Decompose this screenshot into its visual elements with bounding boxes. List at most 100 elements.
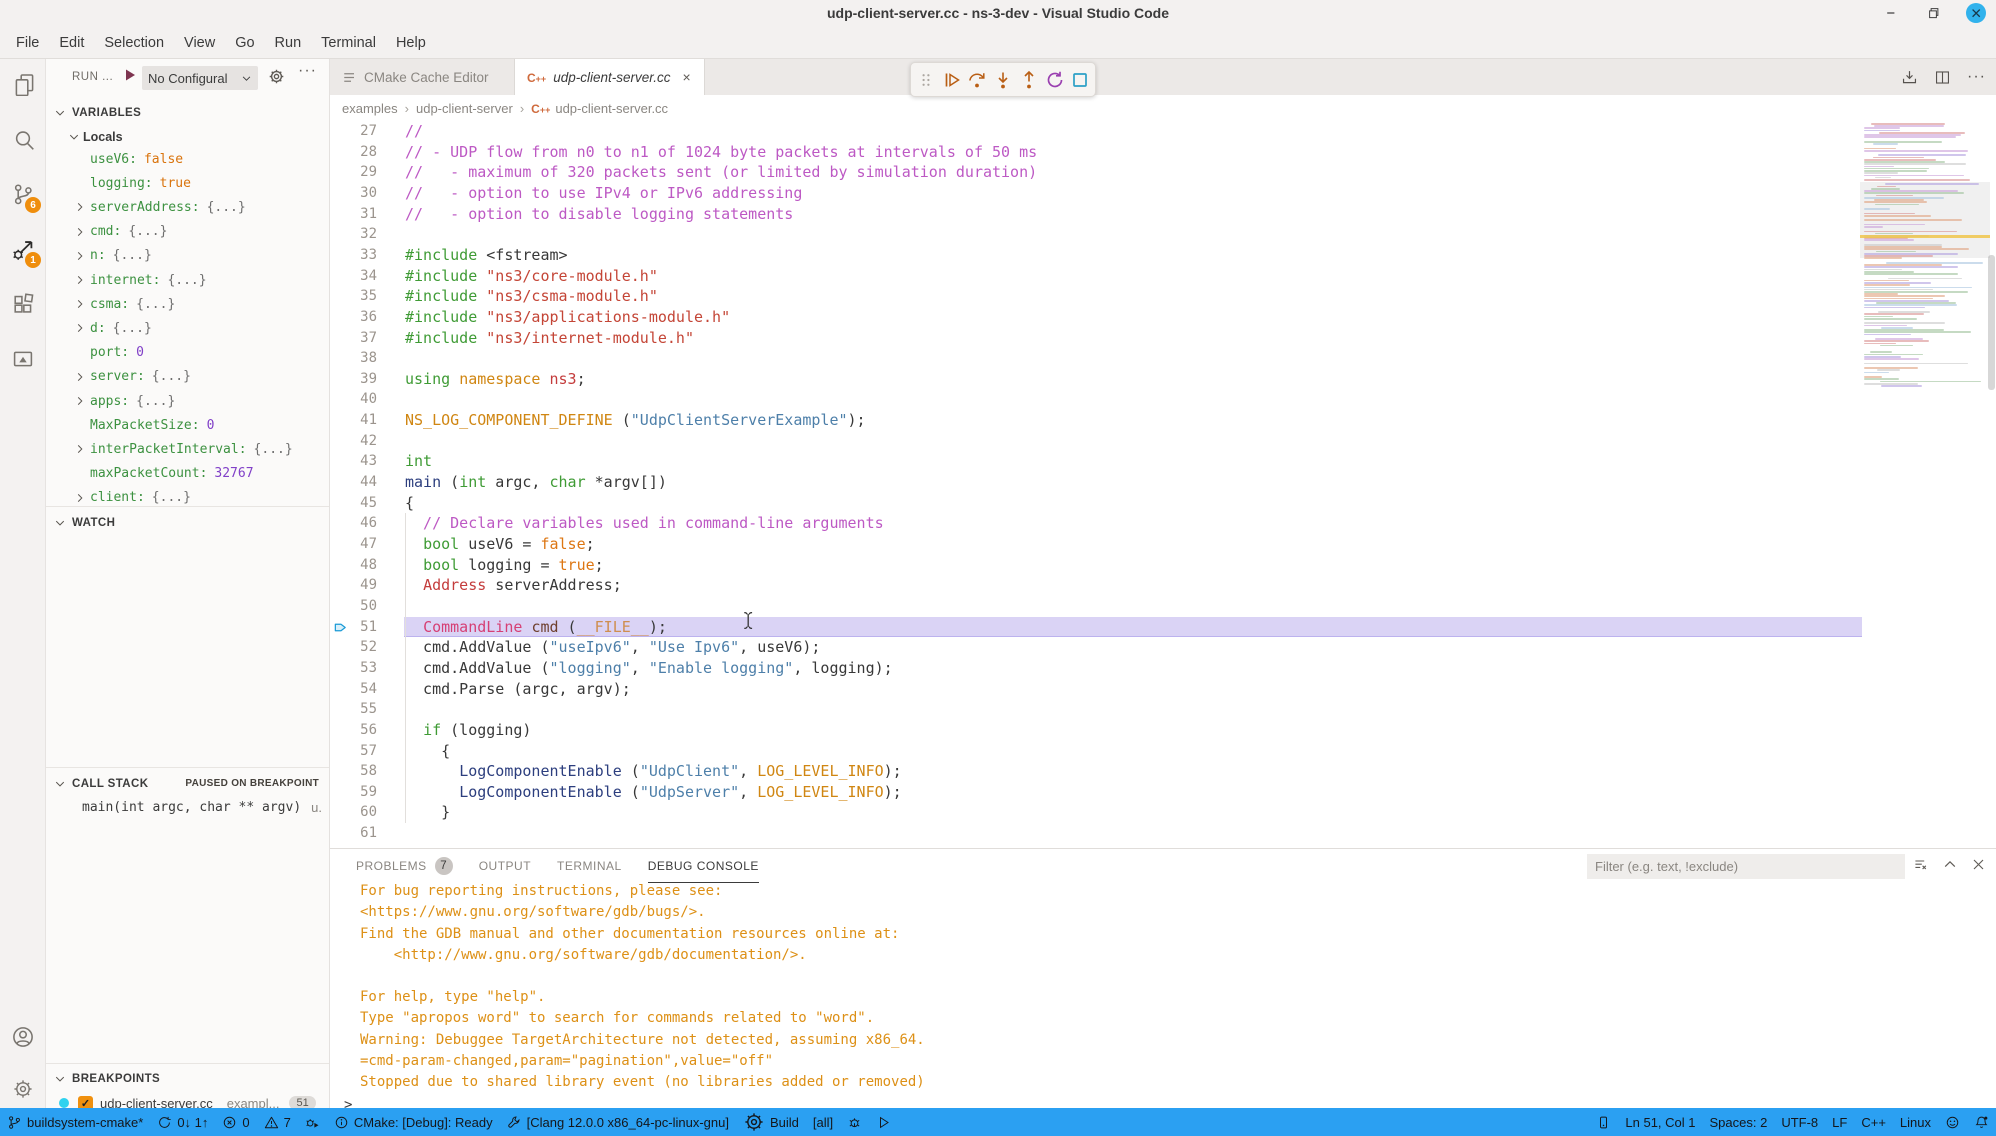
activity-source-control[interactable]: 6 (0, 171, 45, 217)
variable-row[interactable]: serverAddress:{...} (46, 195, 329, 219)
activity-extensions[interactable] (0, 281, 45, 327)
status-debug-target[interactable] (840, 1108, 869, 1136)
breakpoint-checkbox[interactable]: ✓ (78, 1096, 93, 1109)
code-line[interactable]: 55 (330, 699, 1862, 720)
call-stack-frame[interactable]: main(int argc, char ** argv) u. (82, 796, 329, 818)
code-line[interactable]: 57 { (330, 741, 1862, 762)
code-line[interactable]: 35#include "ns3/csma-module.h" (330, 286, 1862, 307)
call-stack-section-header[interactable]: CALL STACK PAUSED ON BREAKPOINT (46, 772, 329, 795)
menu-terminal[interactable]: Terminal (311, 35, 386, 51)
status-build-target[interactable]: [all] (806, 1108, 840, 1136)
code-line[interactable]: 34#include "ns3/core-module.h" (330, 266, 1862, 287)
stop-button[interactable] (1069, 69, 1091, 91)
code-line[interactable]: 37#include "ns3/internet-module.h" (330, 328, 1862, 349)
minimize-button[interactable] (1882, 3, 1902, 23)
restart-button[interactable] (1044, 69, 1066, 91)
code-line[interactable]: 61 (330, 823, 1862, 844)
code-line[interactable]: 33#include <fstream> (330, 245, 1862, 266)
breakpoint-row[interactable]: ✓udp-client-server.ccexampl...51 (46, 1091, 329, 1108)
collapse-panel-icon[interactable] (1942, 857, 1958, 873)
status-remote-indicator[interactable] (1589, 1108, 1618, 1136)
variable-row[interactable]: server:{...} (46, 365, 329, 389)
code-line[interactable]: 31// - option to disable logging stateme… (330, 204, 1862, 225)
console-prompt[interactable]: > (344, 1097, 352, 1108)
code-editor[interactable]: 27//28// - UDP flow from n0 to n1 of 102… (330, 121, 1862, 848)
variable-row[interactable]: MaxPacketSize:0 (46, 413, 329, 437)
status-debug-session[interactable] (298, 1108, 327, 1136)
status-sync-changes[interactable]: 0↓ 1↑ (150, 1108, 215, 1136)
code-line[interactable]: 48 bool logging = true; (330, 555, 1862, 576)
variables-section-header[interactable]: VARIABLES (46, 101, 329, 124)
editor-scrollbar[interactable] (1988, 255, 1995, 390)
code-line[interactable]: 56 if (logging) (330, 720, 1862, 741)
code-line[interactable]: 54 cmd.Parse (argc, argv); (330, 679, 1862, 700)
status-build[interactable]: Build (736, 1108, 806, 1136)
code-line[interactable]: 40 (330, 389, 1862, 410)
status-git-branch[interactable]: buildsystem-cmake* (0, 1108, 150, 1136)
menu-go[interactable]: Go (225, 35, 264, 51)
variable-row[interactable]: interPacketInterval:{...} (46, 437, 329, 461)
code-line[interactable]: 45{ (330, 493, 1862, 514)
code-line[interactable]: 36#include "ns3/applications-module.h" (330, 307, 1862, 328)
status-warnings[interactable]: 7 (257, 1108, 298, 1136)
code-line[interactable]: 60 } (330, 802, 1862, 823)
activity-cmake[interactable] (0, 336, 45, 382)
variable-row[interactable]: maxPacketCount:32767 (46, 462, 329, 486)
code-line[interactable]: 53 cmd.AddValue ("logging", "Enable logg… (330, 658, 1862, 679)
code-line[interactable]: 30// - option to use IPv4 or IPv6 addres… (330, 183, 1862, 204)
code-line[interactable]: 42 (330, 431, 1862, 452)
code-line[interactable]: 47 bool useV6 = false; (330, 534, 1862, 555)
close-panel-icon[interactable] (1971, 857, 1986, 873)
locals-scope-row[interactable]: Locals (46, 125, 329, 149)
code-line[interactable]: 41NS_LOG_COMPONENT_DEFINE ("UdpClientSer… (330, 410, 1862, 431)
start-debugging-icon[interactable] (122, 67, 138, 83)
activity-explorer[interactable] (0, 61, 45, 107)
status-launch-target[interactable] (869, 1108, 898, 1136)
minimap[interactable] (1864, 123, 1986, 848)
status-language-mode[interactable]: C++ (1854, 1108, 1893, 1136)
code-line[interactable]: 58 LogComponentEnable ("UdpClient", LOG_… (330, 761, 1862, 782)
status-errors[interactable]: 0 (215, 1108, 256, 1136)
status-platform[interactable]: Linux (1893, 1108, 1938, 1136)
breadcrumb-item[interactable]: C++udp-client-server.cc (531, 101, 668, 116)
close-icon[interactable]: × (682, 69, 690, 85)
code-line[interactable]: 28// - UDP flow from n0 to n1 of 1024 by… (330, 142, 1862, 163)
variable-row[interactable]: apps:{...} (46, 389, 329, 413)
activity-search[interactable] (0, 116, 45, 162)
status-feedback[interactable] (1938, 1108, 1967, 1136)
menu-run[interactable]: Run (265, 35, 312, 51)
continue-button[interactable] (941, 69, 963, 91)
breakpoints-section-header[interactable]: BREAKPOINTS (46, 1067, 329, 1090)
menu-help[interactable]: Help (386, 35, 436, 51)
code-line[interactable]: 43int (330, 451, 1862, 472)
menu-file[interactable]: File (6, 35, 49, 51)
code-line[interactable]: 51 CommandLine cmd (__FILE__); (330, 617, 1862, 638)
activity-run-and-debug[interactable]: 1 (0, 226, 45, 272)
panel-tab-output[interactable]: OUTPUT (479, 849, 531, 883)
debug-console-output[interactable]: Type "show configuration" for configurat… (330, 883, 1996, 1108)
status-notifications[interactable] (1967, 1108, 1996, 1136)
status-cmake-kit[interactable]: [Clang 12.0.0 x86_64-pc-linux-gnu] (500, 1108, 736, 1136)
split-editor-icon[interactable] (1934, 69, 1951, 86)
breadcrumb-item[interactable]: udp-client-server (416, 101, 513, 116)
status-encoding[interactable]: UTF-8 (1774, 1108, 1825, 1136)
variable-row[interactable]: cmd:{...} (46, 220, 329, 244)
variable-row[interactable]: internet:{...} (46, 268, 329, 292)
menu-selection[interactable]: Selection (94, 35, 174, 51)
step-out-button[interactable] (1018, 69, 1040, 91)
variable-row[interactable]: csma:{...} (46, 292, 329, 316)
code-line[interactable]: 49 Address serverAddress; (330, 575, 1862, 596)
activity-settings[interactable] (0, 1066, 45, 1112)
watch-section-header[interactable]: WATCH (46, 511, 329, 534)
status-cursor-position[interactable]: Ln 51, Col 1 (1618, 1108, 1702, 1136)
step-over-button[interactable] (966, 69, 988, 91)
variable-row[interactable]: logging:true (46, 171, 329, 195)
tab-udp-client-server-cc[interactable]: C++udp-client-server.cc× (515, 59, 705, 95)
status-eol[interactable]: LF (1825, 1108, 1854, 1136)
panel-tab-problems[interactable]: PROBLEMS7 (356, 849, 453, 883)
more-actions-icon[interactable]: ··· (298, 62, 317, 80)
activity-accounts[interactable] (0, 1014, 45, 1060)
status-indentation[interactable]: Spaces: 2 (1703, 1108, 1775, 1136)
breadcrumb-item[interactable]: examples (342, 101, 398, 116)
run-file-icon[interactable] (1901, 69, 1918, 86)
